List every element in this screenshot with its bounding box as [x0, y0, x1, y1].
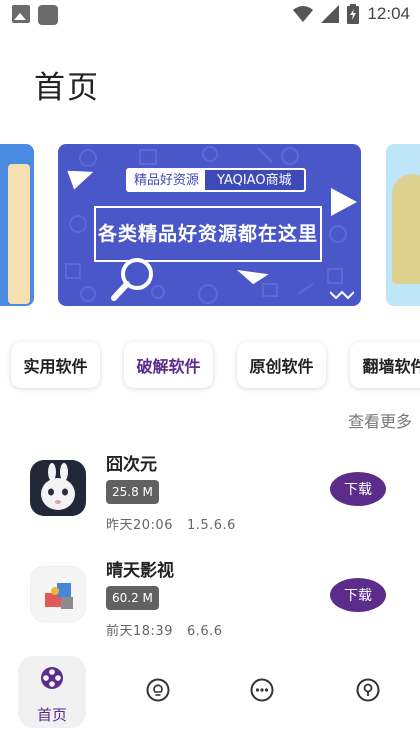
app-name: 囧次元 [106, 455, 157, 475]
update-date: 前天18:39 [106, 624, 173, 639]
banner-main[interactable]: 精品好资源 YAQIAO商城 各类精品好资源都在这里 [58, 144, 361, 306]
banner-next-card[interactable] [386, 144, 420, 306]
banner-headline: 各类精品好资源都在这里 [97, 223, 318, 245]
profile-icon[interactable] [356, 678, 380, 702]
banner-prev-card[interactable] [0, 144, 34, 306]
see-more-link[interactable]: 查看更多 [348, 408, 412, 432]
magnifier-icon [111, 258, 153, 301]
category-cracked[interactable]: 破解软件 [124, 342, 213, 388]
category-practical[interactable]: 实用软件 [11, 342, 100, 388]
wifi-icon [293, 6, 314, 22]
more-dots-icon[interactable] [250, 678, 274, 702]
category-tabs: 实用软件 破解软件 原创软件 翻墙软件 [11, 342, 420, 388]
decor-triangle [331, 188, 357, 216]
category-vpn[interactable]: 翻墙软件 [350, 342, 420, 388]
clock: 12:04 [367, 4, 410, 23]
nav-home-label: 首页 [36, 706, 67, 724]
download-button[interactable]: 下载 [330, 578, 386, 612]
page-title: 首页 [34, 70, 100, 106]
list-item[interactable]: 囧次元 25.8 M 昨天20:06 1.5.6.6 下载 [0, 440, 420, 540]
banner-carousel[interactable]: 精品好资源 YAQIAO商城 各类精品好资源都在这里 [0, 144, 420, 308]
rabbit-icon [30, 460, 86, 516]
signal-icon [321, 5, 340, 23]
puzzle-icon [30, 566, 86, 622]
app-meta: 前天18:39 6.6.6 [106, 620, 223, 639]
size-badge: 25.8 M [106, 480, 159, 504]
status-bar: 12:04 [0, 0, 420, 30]
category-original[interactable]: 原创软件 [237, 342, 326, 388]
nav-home[interactable]: 首页 [18, 656, 86, 728]
app-square-icon [38, 5, 58, 25]
bottom-nav: 首页 [0, 654, 420, 746]
image-icon [12, 5, 30, 23]
download-button[interactable]: 下载 [330, 472, 386, 506]
bulb-icon[interactable] [146, 678, 170, 702]
app-meta: 昨天20:06 1.5.6.6 [106, 514, 236, 533]
update-date: 昨天20:06 [106, 518, 173, 533]
version: 6.6.6 [186, 624, 223, 639]
version: 1.5.6.6 [186, 518, 236, 533]
app-name: 晴天影视 [106, 561, 174, 581]
home-film-reel-icon [41, 667, 63, 689]
battery-icon [347, 4, 360, 24]
list-item[interactable]: 晴天影视 60.2 M 前天18:39 6.6.6 下载 [0, 546, 420, 646]
size-badge: 60.2 M [106, 586, 159, 610]
banner-tag: 精品好资源 YAQIAO商城 [126, 168, 306, 192]
zigzag-decor [330, 290, 354, 300]
